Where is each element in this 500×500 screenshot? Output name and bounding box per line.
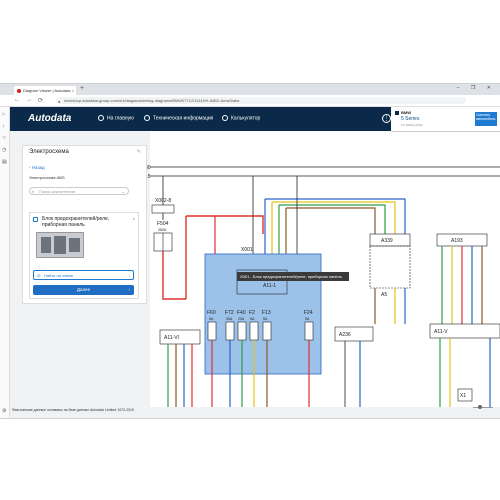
vehicle-model: 5 Series [401, 116, 420, 122]
nav-technical-info-label: Техническая информация [153, 115, 214, 122]
chevron-right-icon: › [128, 273, 130, 278]
component-card: Блок предохранителей/реле, приборная пан… [29, 212, 139, 299]
fuse-f40-rating: 20A [238, 317, 245, 321]
fuse-f2-rating: 5A [250, 317, 255, 321]
vehicle-selector: BMW 5 Series 2.0 (530e) (F90) Сменить ав… [391, 107, 500, 132]
fuse-f40[interactable] [237, 321, 247, 341]
back-link[interactable]: ‹ Назад [29, 165, 45, 170]
pin-icon[interactable]: ✎ [137, 149, 141, 155]
zoom-handle[interactable] [478, 405, 482, 409]
fuse-f72-name: F72 [225, 310, 234, 316]
fuse-f60[interactable] [207, 321, 217, 341]
nav-home[interactable]: На главную [98, 115, 134, 121]
search-placeholder: Поиск компонентов [39, 189, 76, 194]
zoom-track [473, 407, 493, 408]
component-tooltip: X001 - Блок предохранителей/реле, прибор… [237, 272, 349, 281]
fuse-f72[interactable] [225, 321, 235, 341]
module-a339-label: A339 [381, 238, 393, 244]
find-on-diagram-label: Найти на схеме [44, 273, 74, 278]
fuse-f13-name: F13 [262, 310, 271, 316]
module-a193-label: A193 [451, 238, 463, 244]
component-info-icon [33, 217, 38, 222]
more-menu-icon[interactable]: ⋮ [382, 114, 391, 123]
change-vehicle-button[interactable]: Сменить автомобиль [475, 112, 497, 126]
fuse-f2[interactable] [249, 321, 259, 341]
component-photo [36, 232, 84, 258]
locate-icon: ◎ [37, 273, 41, 278]
nav-calculator[interactable]: Калькулятор [222, 115, 260, 121]
find-on-diagram-button[interactable]: ◎ Найти на схеме › [33, 270, 134, 280]
fusebox-x001-label: X001 [241, 247, 253, 253]
fuse-f13[interactable] [262, 321, 272, 341]
fuse-f504-rating: 250A [158, 228, 167, 232]
diagram-canvas [150, 131, 500, 407]
nav-home-label: На главную [107, 115, 134, 122]
component-search-input[interactable]: ⌕ Поиск компонентов ⌄ [29, 187, 129, 195]
module-a236-label: A236 [339, 332, 351, 338]
autodata-logo[interactable]: Autodata [28, 113, 71, 124]
module-a11-vi-label: A11-VI [164, 335, 179, 341]
settings-gear-icon[interactable]: ⚙ [2, 408, 6, 414]
nav-calculator-label: Калькулятор [231, 115, 261, 122]
chevron-down-icon[interactable]: ⌄ [122, 188, 125, 196]
calculator-icon [222, 115, 228, 121]
fuse-f60-name: F60 [207, 310, 216, 316]
home-icon [98, 115, 104, 121]
wrench-icon [144, 115, 150, 121]
system-name: Электросхема ABS [29, 175, 65, 180]
fuse-f72-rating: 30A [226, 317, 233, 321]
fuse-f504-name: F504 [157, 221, 169, 227]
search-icon: ⌕ [32, 189, 35, 194]
close-icon[interactable]: × [133, 216, 135, 221]
connector-x1-label: X1 [460, 393, 466, 399]
autodata-app-bar: Autodata На главную Техническая информац… [10, 107, 391, 131]
fuse-f2-name: F2 [249, 310, 255, 316]
vehicle-brand: BMW [401, 110, 411, 115]
component-title: Блок предохранителей/реле, приборная пан… [42, 216, 110, 228]
diagram-side-panel: Электросхема ✎ ‹ Назад Электросхема ABS … [22, 145, 147, 304]
fuse-f24-name: F24 [304, 310, 313, 316]
zoom-slider[interactable] [470, 404, 496, 410]
fuse-f40-name: F40 [237, 310, 246, 316]
module-a5-label: A5 [381, 292, 387, 298]
relay-a11-1-label: A11-1 [263, 283, 276, 289]
next-label: Далее [76, 287, 91, 292]
vehicle-checkbox-icon [395, 111, 399, 115]
nav-technical-info[interactable]: Техническая информация [144, 115, 213, 121]
panel-title: Электросхема [29, 149, 69, 155]
fuse-f24[interactable] [304, 321, 314, 341]
vehicle-details: 2.0 (530e) (F90) [401, 123, 423, 127]
chevron-right-icon: › [128, 287, 131, 292]
screenshot-frame: Diagram Viewer | Autodata × + – ❐ ✕ ← → … [0, 83, 500, 419]
fuse-f13-rating: 5A [263, 317, 268, 321]
fuse-f24-rating: 5A [305, 317, 310, 321]
data-source-footer: Фактические данные основаны на базе данн… [10, 407, 137, 414]
module-a11-v-label: A11-V [434, 329, 448, 335]
next-button[interactable]: Далее › [33, 285, 134, 295]
fuse-f60-rating: 5A [209, 317, 214, 321]
